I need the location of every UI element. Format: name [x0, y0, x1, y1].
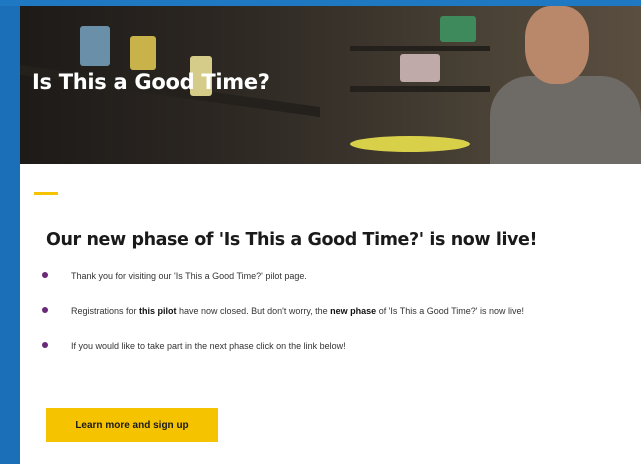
- list-item-bold: new phase: [330, 306, 377, 316]
- list-item-text-mid: have now closed. But don't worry, the: [176, 306, 331, 316]
- list-item-text-post: of 'Is This a Good Time?' is now live!: [376, 306, 525, 316]
- hero-jar: [400, 54, 440, 82]
- hero-person-head: [525, 6, 589, 84]
- hero-jar: [350, 136, 470, 152]
- list-item: Thank you for visiting our 'Is This a Go…: [42, 270, 524, 305]
- list-item-text: Thank you for visiting our 'Is This a Go…: [71, 271, 307, 281]
- list-item: If you would like to take part in the ne…: [42, 340, 524, 375]
- learn-more-button[interactable]: Learn more and sign up: [46, 408, 218, 442]
- main-content: Our new phase of 'Is This a Good Time?' …: [20, 164, 641, 464]
- hero-shelf: [350, 46, 490, 51]
- list-item-text-pre: Registrations for: [71, 306, 140, 316]
- accent-dash: [34, 192, 58, 195]
- section-heading: Our new phase of 'Is This a Good Time?' …: [46, 230, 538, 250]
- hero-shelf: [350, 86, 490, 92]
- list-item: Registrations for this pilot have now cl…: [42, 305, 524, 340]
- hero-person: [490, 76, 641, 164]
- list-item-bold: this pilot: [139, 306, 177, 316]
- hero-jar: [130, 36, 156, 70]
- hero-jar: [80, 26, 110, 66]
- list-item-text: If you would like to take part in the ne…: [71, 341, 346, 351]
- page-title: Is This a Good Time?: [32, 70, 270, 94]
- hero-banner: Is This a Good Time?: [20, 6, 641, 164]
- info-list: Thank you for visiting our 'Is This a Go…: [42, 270, 524, 375]
- hero-jar: [440, 16, 476, 42]
